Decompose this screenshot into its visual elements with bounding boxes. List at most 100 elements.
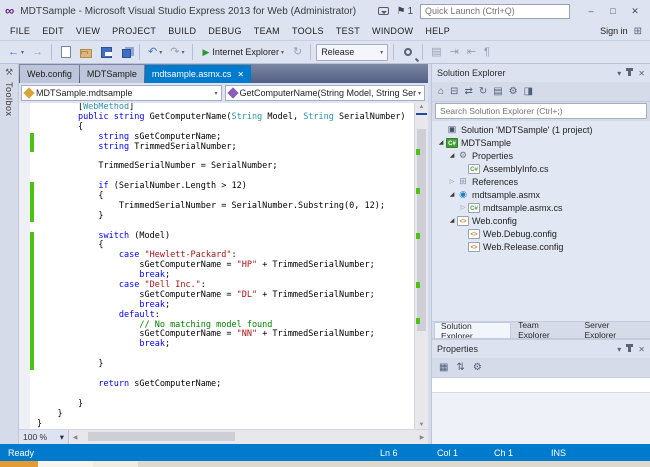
tree-item-mdtsample-asmx-cs[interactable]: ▷C#mdtsample.asmx.cs bbox=[432, 201, 650, 214]
sign-in-link[interactable]: Sign in bbox=[600, 26, 628, 36]
tree-item-web-release-config[interactable]: <>Web.Release.config bbox=[432, 240, 650, 253]
vertical-scrollbar-thumb[interactable] bbox=[417, 129, 426, 331]
scroll-left-icon[interactable]: ◀ bbox=[69, 434, 81, 441]
breakpoint-margin[interactable] bbox=[19, 103, 30, 113]
scroll-right-icon[interactable]: ▶ bbox=[416, 434, 428, 441]
window-menu-icon[interactable]: ▾ bbox=[617, 69, 621, 78]
menu-window[interactable]: WINDOW bbox=[366, 26, 419, 36]
breakpoint-margin[interactable] bbox=[19, 330, 30, 340]
expander-icon[interactable]: ◢ bbox=[436, 139, 446, 146]
scroll-up-icon[interactable]: ▲ bbox=[415, 104, 428, 110]
categorized-button[interactable]: ▦ bbox=[437, 361, 450, 374]
menu-test[interactable]: TEST bbox=[330, 26, 366, 36]
collapse-all-button[interactable]: ⊟ bbox=[448, 85, 460, 98]
code-line[interactable]: TrimmedSerialNumber = SerialNumber; bbox=[19, 162, 414, 172]
tool-tab-solution-explorer[interactable]: Solution Explorer bbox=[434, 322, 511, 338]
breakpoint-margin[interactable] bbox=[19, 380, 30, 390]
quick-launch-input[interactable] bbox=[420, 4, 570, 19]
breakpoint-margin[interactable] bbox=[19, 271, 30, 281]
breakpoint-margin[interactable] bbox=[19, 192, 30, 202]
open-file-button[interactable] bbox=[77, 45, 95, 59]
breakpoint-margin[interactable] bbox=[19, 222, 30, 232]
breakpoint-margin[interactable] bbox=[19, 241, 30, 251]
member-dropdown[interactable]: GetComputerName(String Model, String Ser… bbox=[225, 85, 426, 101]
tree-item-properties[interactable]: ◢⚙Properties bbox=[432, 149, 650, 162]
window-layout-icon[interactable]: ⊞ bbox=[634, 26, 642, 37]
tree-item-web-debug-config[interactable]: <>Web.Debug.config bbox=[432, 227, 650, 240]
window-menu-icon[interactable]: ▾ bbox=[617, 345, 621, 354]
expander-icon[interactable]: ◢ bbox=[447, 152, 457, 159]
breakpoint-margin[interactable] bbox=[19, 123, 30, 133]
breakpoint-margin[interactable] bbox=[19, 321, 30, 331]
scroll-down-icon[interactable]: ▼ bbox=[415, 422, 428, 428]
menu-help[interactable]: HELP bbox=[419, 26, 456, 36]
menu-file[interactable]: FILE bbox=[4, 26, 36, 36]
breakpoint-margin[interactable] bbox=[19, 202, 30, 212]
menu-view[interactable]: VIEW bbox=[70, 26, 106, 36]
tool-tab-server-explorer[interactable]: Server Explorer bbox=[578, 322, 648, 338]
code-line[interactable]: break; bbox=[19, 340, 414, 350]
horizontal-scrollbar-thumb[interactable] bbox=[88, 432, 235, 441]
refresh-button[interactable]: ↻ bbox=[477, 85, 489, 98]
maximize-button[interactable]: □ bbox=[603, 3, 623, 19]
breakpoint-margin[interactable] bbox=[19, 291, 30, 301]
expander-icon[interactable]: ◢ bbox=[447, 191, 457, 198]
solution-configuration-dropdown[interactable]: Release▾ bbox=[316, 44, 388, 61]
breakpoint-margin[interactable] bbox=[19, 301, 30, 311]
outdent-button[interactable]: ⇤ bbox=[464, 44, 479, 60]
undo-button[interactable]: ↶▾ bbox=[145, 44, 165, 60]
code-line[interactable]: } bbox=[19, 212, 414, 222]
properties-button[interactable]: ⚙ bbox=[507, 85, 520, 98]
expander-icon[interactable]: ◢ bbox=[447, 217, 457, 224]
document-tab-mdtsample[interactable]: MDTSample bbox=[80, 65, 144, 83]
code-line[interactable]: } bbox=[19, 410, 414, 420]
menu-tools[interactable]: TOOLS bbox=[286, 26, 330, 36]
tool-tab-team-explorer[interactable]: Team Explorer bbox=[512, 322, 577, 338]
minimize-button[interactable]: – bbox=[581, 3, 601, 19]
navigate-forward-button[interactable]: → bbox=[29, 44, 46, 60]
tree-item-mdtsample[interactable]: ◢C#MDTSample bbox=[432, 136, 650, 149]
property-pages-button[interactable]: ⚙ bbox=[471, 361, 484, 374]
pin-icon[interactable] bbox=[628, 346, 631, 352]
menu-edit[interactable]: EDIT bbox=[36, 26, 70, 36]
save-button[interactable] bbox=[97, 45, 116, 60]
breakpoint-margin[interactable] bbox=[19, 420, 30, 430]
breakpoint-margin[interactable] bbox=[19, 162, 30, 172]
alphabetical-button[interactable]: ⇅ bbox=[454, 361, 466, 374]
pin-icon[interactable] bbox=[628, 70, 631, 76]
indent-button[interactable]: ⇥ bbox=[447, 44, 462, 60]
breakpoint-margin[interactable] bbox=[19, 410, 30, 420]
show-all-files-button[interactable]: ▤ bbox=[491, 85, 504, 98]
breakpoint-margin[interactable] bbox=[19, 251, 30, 261]
document-tab-mdtsample-asmx-cs[interactable]: mdtsample.asmx.cs✕ bbox=[145, 65, 251, 83]
editor-horizontal-scrollbar[interactable] bbox=[81, 430, 416, 444]
code-line[interactable]: } bbox=[19, 400, 414, 410]
breakpoint-margin[interactable] bbox=[19, 143, 30, 153]
expander-icon[interactable]: ▷ bbox=[447, 178, 457, 185]
document-tab-web-config[interactable]: Web.config bbox=[20, 65, 79, 83]
tree-item-references[interactable]: ▷⊞References bbox=[432, 175, 650, 188]
menu-build[interactable]: BUILD bbox=[162, 26, 202, 36]
expander-icon[interactable]: ▷ bbox=[458, 204, 468, 211]
home-button[interactable]: ⌂ bbox=[436, 85, 446, 98]
preview-button[interactable]: ◨ bbox=[522, 85, 535, 98]
tree-item-web-config[interactable]: ◢<>Web.config bbox=[432, 214, 650, 227]
code-line[interactable]: return sGetComputerName; bbox=[19, 380, 414, 390]
new-file-button[interactable] bbox=[57, 45, 75, 59]
start-debugging-button[interactable]: ▶Internet Explorer▾ bbox=[198, 45, 287, 60]
sync-with-active-document-button[interactable]: ⇄ bbox=[462, 85, 474, 98]
find-button[interactable] bbox=[399, 45, 417, 59]
type-dropdown[interactable]: MDTSample.mdtsample ▾ bbox=[21, 85, 222, 101]
breakpoint-margin[interactable] bbox=[19, 172, 30, 182]
redo-button[interactable]: ↷▾ bbox=[167, 44, 187, 60]
breakpoint-margin[interactable] bbox=[19, 390, 30, 400]
breakpoint-margin[interactable] bbox=[19, 182, 30, 192]
code-line[interactable]: } bbox=[19, 420, 414, 430]
save-all-button[interactable] bbox=[118, 46, 134, 59]
breakpoint-margin[interactable] bbox=[19, 311, 30, 321]
close-button[interactable]: ✕ bbox=[625, 3, 645, 19]
breakpoint-margin[interactable] bbox=[19, 232, 30, 242]
formatting-button[interactable]: ¶ bbox=[481, 44, 493, 60]
feedback-icon[interactable] bbox=[378, 7, 389, 15]
breakpoint-margin[interactable] bbox=[19, 113, 30, 123]
